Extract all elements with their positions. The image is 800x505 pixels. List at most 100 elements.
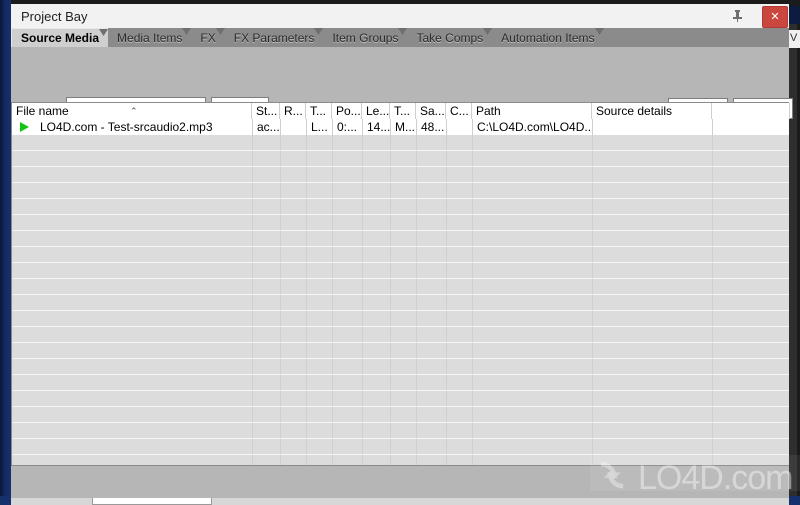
- column-header-source-details[interactable]: Source details: [592, 103, 712, 119]
- grid-line: [362, 327, 363, 342]
- column-header-label: Source details: [596, 104, 673, 118]
- empty-row[interactable]: [12, 343, 789, 359]
- grid-line: [252, 295, 253, 310]
- grid-line: [472, 215, 473, 230]
- empty-row[interactable]: [12, 199, 789, 215]
- empty-row[interactable]: [12, 215, 789, 231]
- grid-line: [592, 311, 593, 326]
- grid-line: [416, 279, 417, 294]
- empty-row[interactable]: [12, 295, 789, 311]
- grid-line: [712, 247, 713, 262]
- empty-row[interactable]: [12, 327, 789, 343]
- empty-row[interactable]: [12, 455, 789, 465]
- grid-line: [712, 167, 713, 182]
- grid-line: [416, 343, 417, 358]
- empty-row[interactable]: [12, 247, 789, 263]
- grid-line: [390, 263, 391, 278]
- grid-line: [390, 135, 391, 150]
- grid-line: [362, 279, 363, 294]
- empty-row[interactable]: [12, 375, 789, 391]
- grid-line: [592, 407, 593, 422]
- grid-line: [416, 439, 417, 454]
- empty-row[interactable]: [12, 263, 789, 279]
- grid-line: [472, 359, 473, 374]
- grid-line: [362, 135, 363, 150]
- grid-line: [332, 423, 333, 438]
- grid-line: [446, 263, 447, 278]
- column-header-t[interactable]: T...: [390, 103, 416, 119]
- tab-source-media[interactable]: Source Media: [11, 28, 109, 47]
- column-header-blank[interactable]: [712, 103, 790, 119]
- empty-row[interactable]: [12, 135, 789, 151]
- column-header-st[interactable]: St...: [252, 103, 280, 119]
- grid-line: [712, 327, 713, 342]
- grid-line: [712, 455, 713, 465]
- tab-media-items[interactable]: Media Items: [108, 28, 192, 47]
- grid-line: [416, 423, 417, 438]
- column-header-label: Le...: [366, 104, 390, 118]
- grid-line: [472, 423, 473, 438]
- grid-line: [390, 391, 391, 406]
- column-header-po[interactable]: Po...: [332, 103, 362, 119]
- grid-line: [712, 359, 713, 374]
- title-bar[interactable]: Project Bay ✕: [11, 4, 789, 29]
- grid-line: [592, 167, 593, 182]
- grid-line: [472, 295, 473, 310]
- pin-icon[interactable]: [726, 7, 748, 25]
- grid-line: [390, 455, 391, 465]
- grid-line: [362, 407, 363, 422]
- grid-line: [280, 439, 281, 454]
- play-icon[interactable]: [20, 122, 29, 132]
- grid-line: [332, 199, 333, 214]
- table-row[interactable]: LO4D.com - Test-srcaudio2.mp3 ac... L... 0:…: [12, 119, 789, 135]
- grid-line: [306, 263, 307, 278]
- column-header-t[interactable]: T...: [306, 103, 332, 119]
- grid-line: [332, 391, 333, 406]
- grid-line: [416, 247, 417, 262]
- grid-line: [712, 295, 713, 310]
- tab-fx-parameters[interactable]: FX Parameters: [225, 28, 324, 47]
- grid-line: [332, 215, 333, 230]
- grid-line: [712, 279, 713, 294]
- grid-line: [472, 407, 473, 422]
- cell-path: C:\LO4D.com\LO4D....: [477, 120, 592, 134]
- tab-item-groups[interactable]: Item Groups: [323, 28, 408, 47]
- empty-row[interactable]: [12, 151, 789, 167]
- grid-line: [592, 199, 593, 214]
- column-header-le[interactable]: Le...: [362, 103, 390, 119]
- grid-line: [362, 455, 363, 465]
- grid-line: [712, 439, 713, 454]
- empty-row[interactable]: [12, 359, 789, 375]
- media-list[interactable]: File name ⌃ St... R... T... Po... Le... T... Sa.…: [11, 102, 790, 466]
- grid-line: [362, 311, 363, 326]
- grid-line: [390, 295, 391, 310]
- tab-fx[interactable]: FX: [191, 28, 225, 47]
- empty-row[interactable]: [12, 423, 789, 439]
- grid-line: [280, 199, 281, 214]
- tab-automation-items[interactable]: Automation Items: [492, 28, 604, 47]
- grid-line: [416, 215, 417, 230]
- grid-line: [362, 247, 363, 262]
- grid-line: [252, 455, 253, 465]
- empty-row[interactable]: [12, 167, 789, 183]
- tab-take-comps[interactable]: Take Comps: [407, 28, 493, 47]
- grid-line: [332, 167, 333, 182]
- grid-line: [252, 327, 253, 342]
- empty-row[interactable]: [12, 231, 789, 247]
- desktop-left-edge: [0, 0, 11, 505]
- empty-row[interactable]: [12, 311, 789, 327]
- empty-row[interactable]: [12, 439, 789, 455]
- grid-line: [280, 279, 281, 294]
- empty-row[interactable]: [12, 279, 789, 295]
- close-button[interactable]: ✕: [762, 6, 788, 28]
- grid-line: [332, 407, 333, 422]
- grid-line: [252, 151, 253, 166]
- column-header-r[interactable]: R...: [280, 103, 306, 119]
- empty-row[interactable]: [12, 407, 789, 423]
- column-header-sa[interactable]: Sa...: [416, 103, 446, 119]
- column-header-path[interactable]: Path: [472, 103, 592, 119]
- empty-row[interactable]: [12, 391, 789, 407]
- column-header-c[interactable]: C...: [446, 103, 472, 119]
- empty-row[interactable]: [12, 183, 789, 199]
- column-header-file-name[interactable]: File name ⌃: [12, 103, 252, 119]
